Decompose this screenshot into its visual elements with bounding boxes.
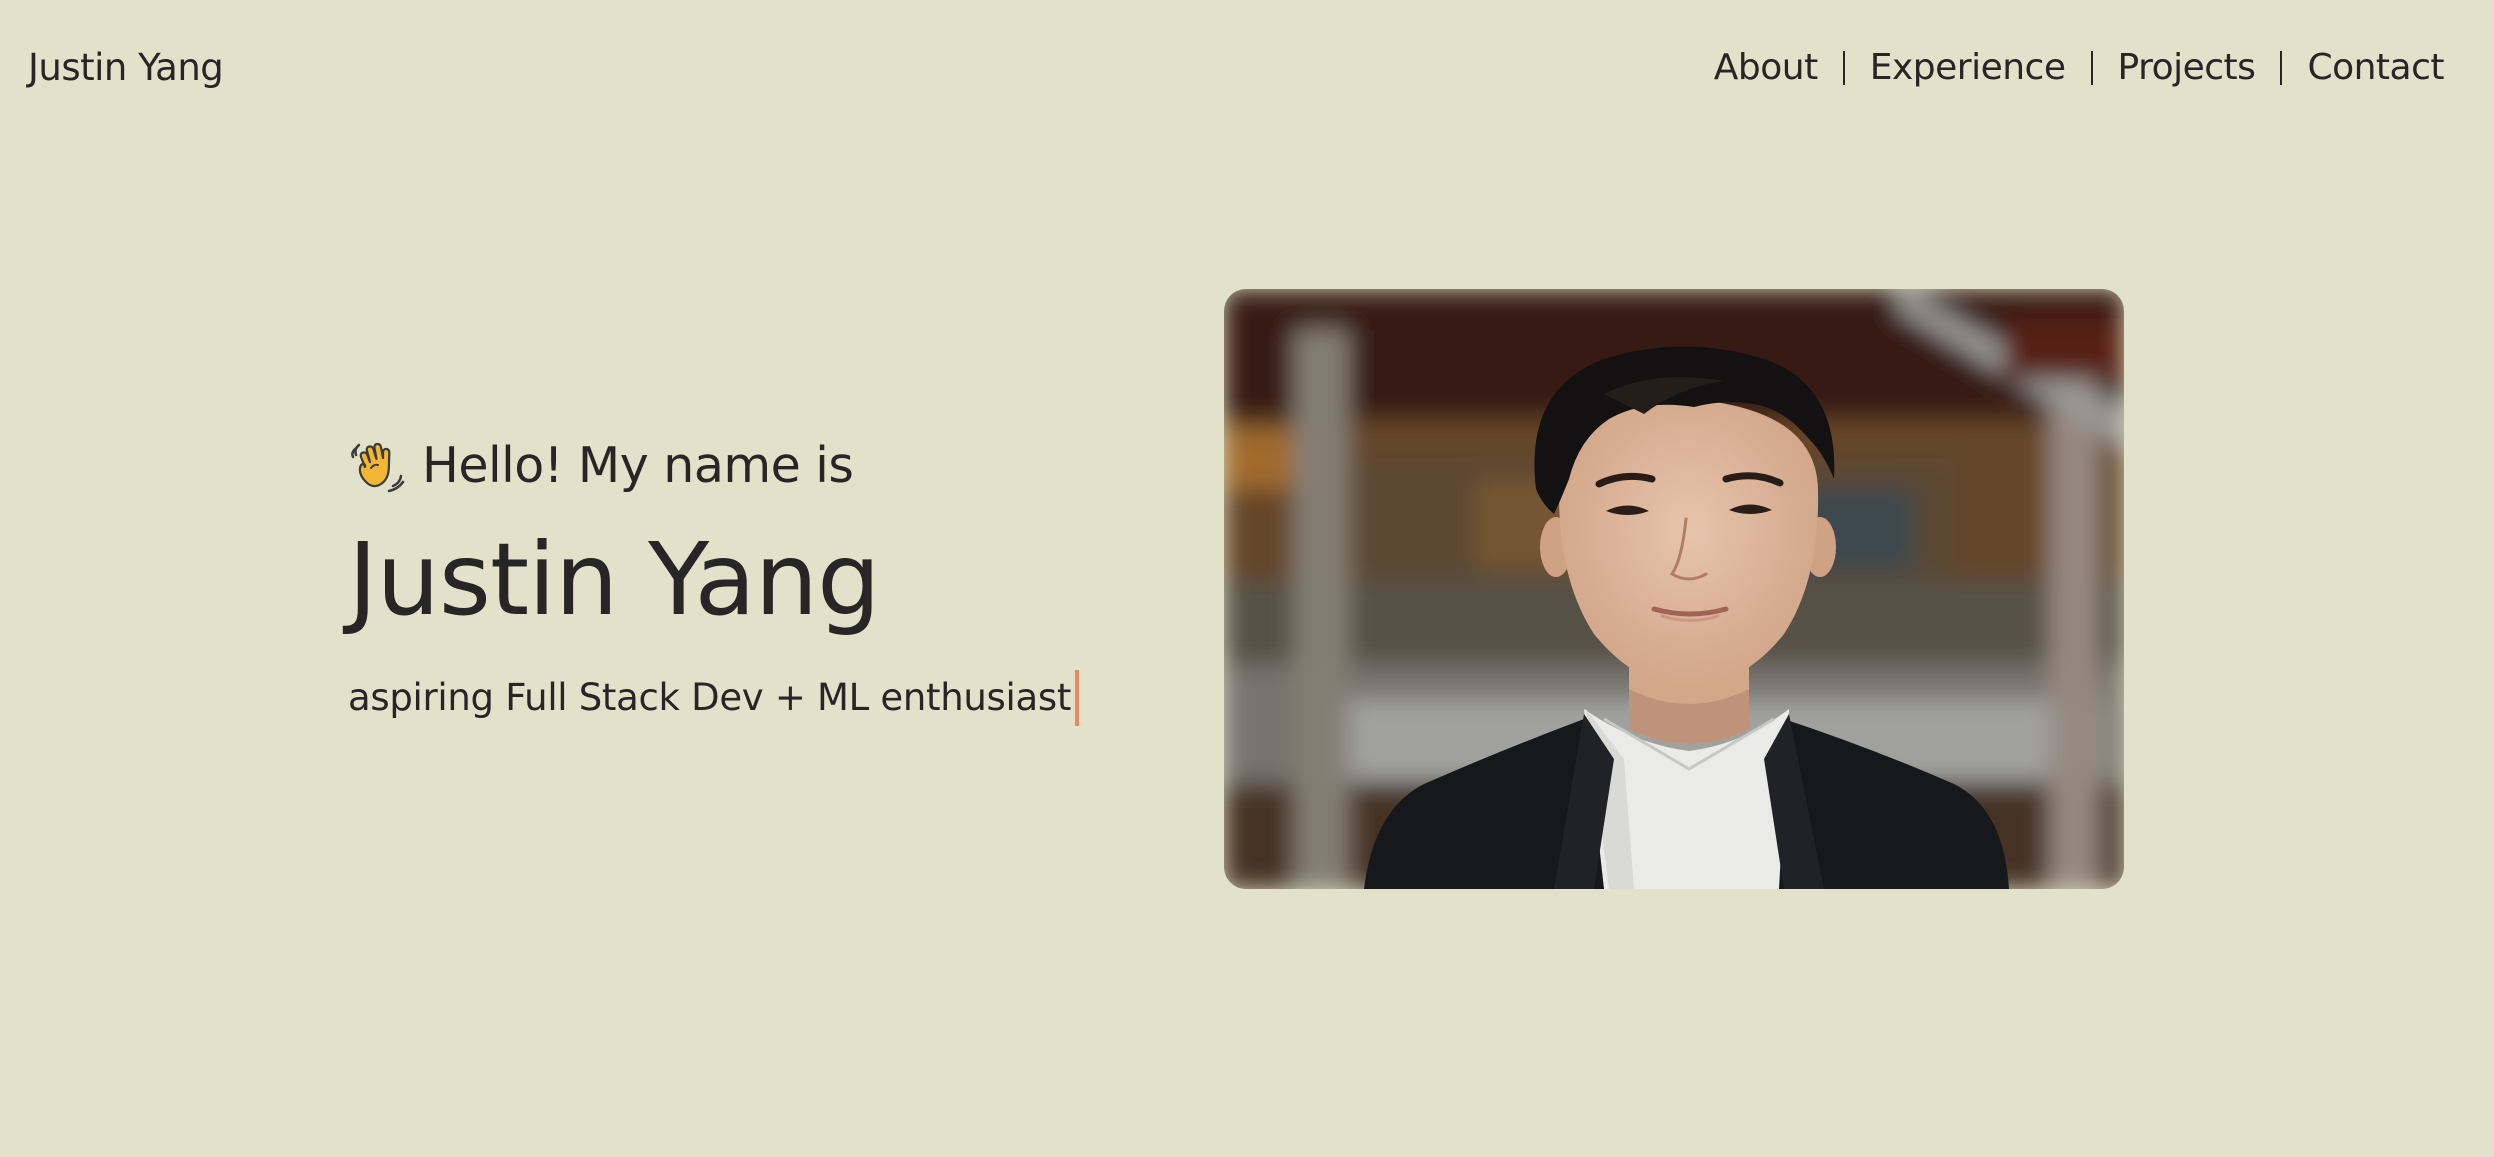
nav-link-contact[interactable]: Contact [2307,44,2444,92]
nav-separator [2280,51,2283,85]
nav-link-projects[interactable]: Projects [2118,44,2256,92]
profile-photo [1224,289,2124,889]
nav-separator [1842,51,1845,85]
brand-link[interactable]: Justin Yang [28,44,224,92]
greeting-text: Hello! My name is [422,436,854,494]
site-header: Justin Yang About Experience Projects Co… [0,0,2494,140]
hero-intro: Hello! My name is Justin Yang aspiring F… [348,430,1168,726]
tagline-text: aspiring Full Stack Dev + ML enthusiast [348,676,1072,719]
hero-name: Justin Yang [348,521,881,638]
main-nav: About Experience Projects Contact [1714,44,2445,92]
nav-link-experience[interactable]: Experience [1870,44,2066,92]
waving-hand-icon [348,436,406,494]
tagline: aspiring Full Stack Dev + ML enthusiast [348,670,1168,726]
greeting-line: Hello! My name is [348,430,1168,500]
nav-link-about[interactable]: About [1714,44,1818,92]
nav-separator [2090,51,2093,85]
typing-cursor [1075,670,1080,726]
